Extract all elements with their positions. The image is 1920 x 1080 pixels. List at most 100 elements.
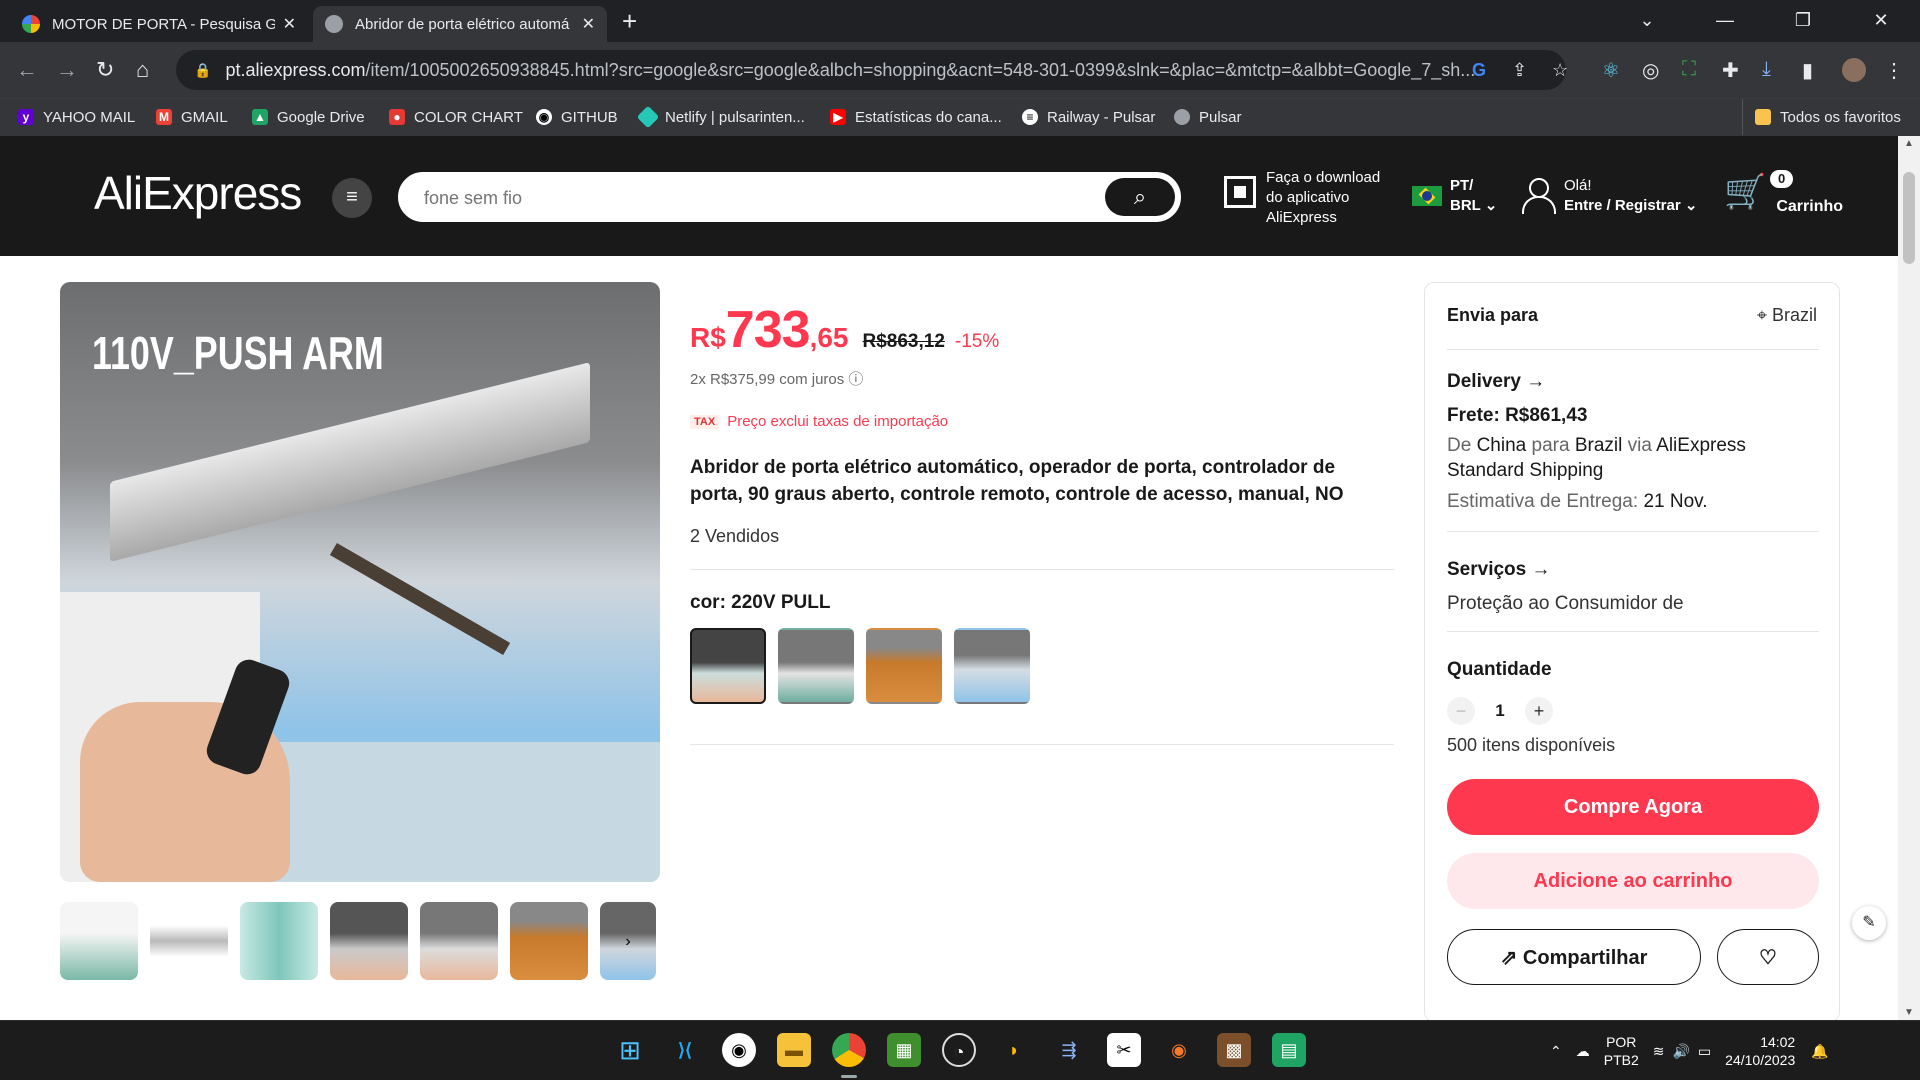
file-explorer-icon[interactable]: ▬ <box>777 1033 811 1067</box>
google-lens-icon[interactable]: G <box>1472 60 1486 81</box>
home-icon[interactable]: ⌂ <box>136 56 149 84</box>
language-currency-selector[interactable]: PT/ BRL ⌄ <box>1412 176 1497 216</box>
close-tab-icon[interactable]: ✕ <box>582 14 595 34</box>
spreadsheet-icon[interactable]: ▤ <box>1272 1033 1306 1067</box>
scroll-down-icon[interactable]: ▼ <box>1898 1007 1920 1018</box>
search-button[interactable]: ⌕ <box>1105 178 1175 216</box>
account-menu[interactable]: Olá! Entre / Registrar ⌄ <box>1520 176 1697 216</box>
search-input[interactable] <box>424 184 1064 212</box>
cart-link[interactable]: 🛒 0 Carrinho <box>1724 170 1843 216</box>
download-app-link[interactable]: Faça o download do aplicativo AliExpress <box>1224 168 1380 228</box>
divider <box>1447 531 1819 532</box>
bookmark-railway[interactable]: ≡ Railway - Pulsar <box>1022 99 1155 135</box>
search-box: ⌕ <box>398 172 1181 222</box>
close-tab-icon[interactable]: ✕ <box>283 14 296 34</box>
delivery-estimate: Estimativa de Entrega: 21 Nov. <box>1447 491 1708 512</box>
thumbnail[interactable] <box>60 902 138 980</box>
input-language[interactable]: POR PTB2 <box>1604 1033 1639 1069</box>
services-link[interactable]: Serviços → <box>1447 559 1551 581</box>
minecraft-icon[interactable]: ▦ <box>887 1033 921 1067</box>
bookmark-color-chart[interactable]: ● COLOR CHART <box>389 99 523 135</box>
cart-count-badge: 0 <box>1770 170 1794 188</box>
bookmark-youtube-stats[interactable]: ▶ Estatísticas do cana... <box>830 99 1002 135</box>
gmail-icon: M <box>156 109 172 125</box>
minimize-icon[interactable]: — <box>1686 0 1764 42</box>
color-option-220v-push[interactable] <box>778 628 854 704</box>
tab-search-icon[interactable]: ⌄ <box>1608 0 1686 42</box>
thumbnail[interactable] <box>240 902 318 980</box>
app-icon[interactable]: ⇶ <box>1052 1033 1086 1067</box>
color-option-220v-pull[interactable] <box>690 628 766 704</box>
bookmark-gmail[interactable]: M GMAIL <box>156 99 228 135</box>
thumbnail[interactable] <box>150 902 228 980</box>
vscode-icon[interactable]: ⟩⟨ <box>668 1033 702 1067</box>
scroll-up-icon[interactable]: ▲ <box>1898 138 1920 149</box>
clock[interactable]: 14:02 24/10/2023 <box>1725 1033 1795 1069</box>
blender-icon[interactable]: ◉ <box>1162 1033 1196 1067</box>
extension-icon[interactable]: ◎ <box>1642 58 1659 83</box>
address-bar[interactable]: 🔒 pt.aliexpress.com /item/10050026509388… <box>176 50 1566 90</box>
obs-icon[interactable]: ◔ <box>942 1033 976 1067</box>
back-icon[interactable]: ← <box>16 56 38 84</box>
increase-quantity-button[interactable]: + <box>1525 697 1553 725</box>
categories-menu-icon[interactable]: ≡ <box>332 178 372 218</box>
decrease-quantity-button[interactable]: − <box>1447 697 1475 725</box>
chrome-menu-icon[interactable]: ⋮ <box>1884 58 1904 83</box>
github-desktop-icon[interactable]: ◉ <box>722 1033 756 1067</box>
door-opener-arm <box>110 362 590 562</box>
react-devtools-icon[interactable]: ⚛ <box>1602 58 1620 83</box>
maximize-icon[interactable]: ❐ <box>1764 0 1842 42</box>
reload-icon[interactable]: ↻ <box>96 56 114 84</box>
battery-icon[interactable]: ▭ <box>1698 1043 1711 1060</box>
aliexpress-logo[interactable]: AliExpress <box>94 166 302 220</box>
installments-info[interactable]: 2x R$375,99 com juros ⓘ <box>690 368 863 389</box>
share-button[interactable]: ⇗ Compartilhar <box>1447 929 1701 985</box>
side-panel-icon[interactable]: ▮ <box>1802 58 1813 83</box>
tab-google-search[interactable]: MOTOR DE PORTA - Pesquisa Goo ✕ <box>10 6 308 42</box>
color-option-110v-push[interactable] <box>954 628 1030 704</box>
app-icon[interactable]: ◗ <box>997 1033 1031 1067</box>
close-window-icon[interactable]: ✕ <box>1842 0 1920 42</box>
screenshot-extension-icon[interactable]: ⛶ <box>1682 58 1696 81</box>
thumbnail[interactable] <box>510 902 588 980</box>
windows-start-icon[interactable]: ⊞ <box>613 1033 647 1067</box>
page-scrollbar[interactable]: ▲ ▼ <box>1898 136 1920 1020</box>
bookmark-github[interactable]: ◉ GITHUB <box>536 99 618 135</box>
extensions-puzzle-icon[interactable]: ✚ <box>1722 58 1739 83</box>
wishlist-button[interactable]: ♡ <box>1717 929 1819 985</box>
volume-icon[interactable]: 🔊 <box>1672 1043 1689 1060</box>
bookmark-google-drive[interactable]: ▲ Google Drive <box>252 99 365 135</box>
share-page-icon[interactable]: ⇪ <box>1512 60 1527 81</box>
forward-icon[interactable]: → <box>56 56 78 84</box>
add-to-cart-button[interactable]: Adicione ao carrinho <box>1447 853 1819 909</box>
download-icon[interactable]: ⤓ <box>1762 58 1771 81</box>
chevron-up-icon[interactable]: ⌃ <box>1550 1043 1562 1060</box>
game-icon[interactable]: ▩ <box>1217 1033 1251 1067</box>
thumbnail[interactable] <box>330 902 408 980</box>
bookmark-netlify[interactable]: Netlify | pulsarinten... <box>636 99 805 135</box>
bookmark-yahoo-mail[interactable]: y YAHOO MAIL <box>18 99 135 135</box>
heart-icon: ♡ <box>1759 947 1777 969</box>
chrome-icon[interactable] <box>832 1033 866 1067</box>
cloud-icon[interactable]: ☁ <box>1576 1043 1590 1060</box>
bookmark-pulsar[interactable]: Pulsar <box>1174 99 1242 135</box>
new-tab-button[interactable]: + <box>622 6 637 36</box>
capcut-icon[interactable]: ✂ <box>1107 1033 1141 1067</box>
delivery-link[interactable]: Delivery → <box>1447 371 1545 393</box>
buy-now-button[interactable]: Compre Agora <box>1447 779 1819 835</box>
notification-bell-icon[interactable]: 🔔 <box>1811 1043 1828 1060</box>
ship-to-country[interactable]: ⌖ Brazil <box>1757 305 1817 326</box>
profile-avatar[interactable] <box>1842 58 1866 82</box>
tab-aliexpress[interactable]: Abridor de porta elétrico automá ✕ <box>313 6 607 42</box>
quantity-value[interactable]: 1 <box>1475 701 1525 721</box>
chevron-right-icon[interactable]: › <box>616 930 640 954</box>
wifi-icon[interactable]: ≋ <box>1653 1043 1665 1060</box>
edit-icon[interactable]: ✎ <box>1852 906 1886 940</box>
all-bookmarks[interactable]: Todos os favoritos <box>1742 99 1901 135</box>
color-option-110v-pull[interactable] <box>866 628 942 704</box>
bookmark-star-icon[interactable]: ☆ <box>1552 60 1568 81</box>
thumbnail[interactable] <box>420 902 498 980</box>
scrollbar-thumb[interactable] <box>1903 172 1915 264</box>
github-icon: ◉ <box>536 109 552 125</box>
product-main-image[interactable]: 110V_PUSH ARM <box>60 282 660 882</box>
